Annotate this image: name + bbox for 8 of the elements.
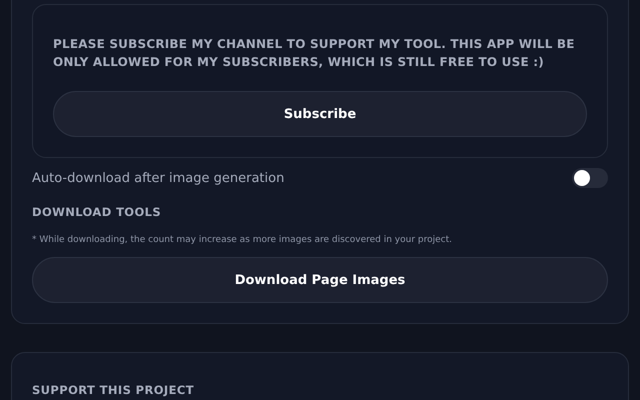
auto-download-toggle[interactable] (572, 168, 608, 188)
section-heading: DOWNLOAD TOOLS (32, 205, 162, 219)
subscribe-button[interactable]: Subscribe (53, 91, 587, 137)
auto-download-label: Auto-download after image generation (32, 170, 284, 186)
download-note: * While downloading, the count may increase as more images are discovered in your project. (32, 235, 453, 245)
subscribe-message: PLEASE SUBSCRIBE MY CHANNEL TO SUPPORT MY TOOL. THIS APP WILL BE ONLY ALLOWED FOR MY SUBSCRIBERS, WHICH IS STILL FREE TO USE :) (53, 36, 576, 71)
download-button[interactable]: Download Page Images (32, 257, 608, 303)
section-heading: SUPPORT THIS PROJECT (32, 383, 195, 397)
